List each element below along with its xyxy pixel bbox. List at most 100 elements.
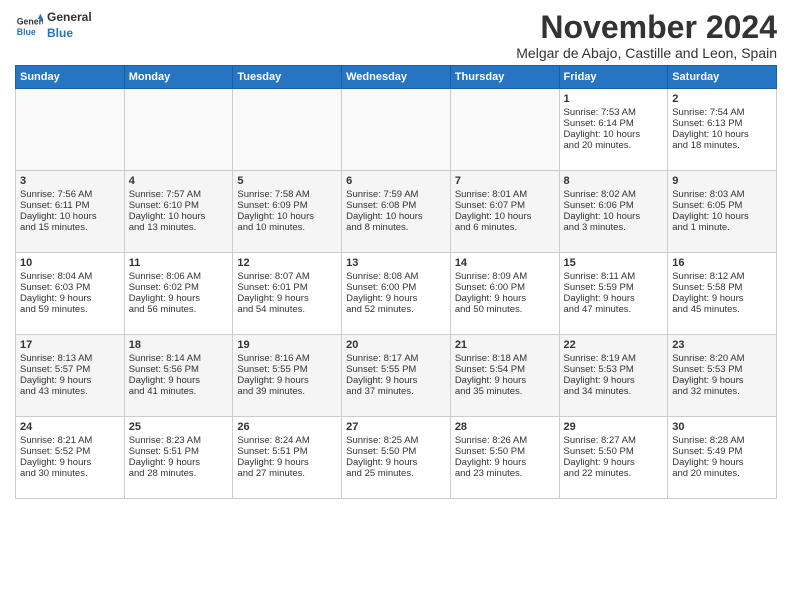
day-info: Daylight: 9 hours: [20, 375, 120, 386]
day-header-saturday: Saturday: [668, 66, 777, 89]
day-info: Sunset: 6:07 PM: [455, 200, 555, 211]
day-info: and 30 minutes.: [20, 468, 120, 479]
day-info: Sunset: 5:55 PM: [237, 364, 337, 375]
day-info: Sunset: 6:03 PM: [20, 282, 120, 293]
calendar-cell: 6 Sunrise: 7:59 AMSunset: 6:08 PMDaylight…: [342, 171, 451, 253]
day-number: 17: [20, 339, 120, 351]
calendar-week-2: 3Sunrise: 7:56 AMSunset: 6:11 PMDaylight…: [16, 171, 777, 253]
day-info: Sunrise: 8:04 AM: [20, 271, 120, 282]
day-info: Sunset: 6:08 PM: [346, 200, 446, 211]
day-info: Sunrise: 8:14 AM: [129, 353, 229, 364]
day-info: Sunset: 5:59 PM: [564, 282, 664, 293]
day-info: Sunrise: 7:54 AM: [672, 107, 772, 118]
day-info: Daylight: 10 hours: [346, 211, 446, 222]
day-info: Sunset: 5:53 PM: [564, 364, 664, 375]
day-info: Sunrise: 8:26 AM: [455, 435, 555, 446]
calendar-cell: 10Sunrise: 8:04 AMSunset: 6:03 PMDayligh…: [16, 253, 125, 335]
day-info: Sunset: 6:06 PM: [564, 200, 664, 211]
day-info: Daylight: 9 hours: [346, 293, 446, 304]
day-info: and 1 minute.: [672, 222, 772, 233]
day-number: 2: [672, 93, 772, 105]
day-number: 6: [346, 175, 446, 187]
day-info: Sunrise: 8:08 AM: [346, 271, 446, 282]
calendar-cell: 7Sunrise: 8:01 AMSunset: 6:07 PMDaylight…: [450, 171, 559, 253]
day-info: Daylight: 9 hours: [20, 457, 120, 468]
day-info: Daylight: 9 hours: [237, 375, 337, 386]
month-title: November 2024: [516, 10, 777, 45]
calendar-week-4: 17Sunrise: 8:13 AMSunset: 5:57 PMDayligh…: [16, 335, 777, 417]
day-info: Sunset: 5:55 PM: [346, 364, 446, 375]
day-info: Sunrise: 8:25 AM: [346, 435, 446, 446]
day-info: and 52 minutes.: [346, 304, 446, 315]
calendar-cell: 14Sunrise: 8:09 AMSunset: 6:00 PMDayligh…: [450, 253, 559, 335]
day-info: Sunset: 6:05 PM: [672, 200, 772, 211]
day-info: Sunrise: 7:56 AM: [20, 189, 120, 200]
day-info: Sunrise: 8:06 AM: [129, 271, 229, 282]
day-info: and 37 minutes.: [346, 386, 446, 397]
day-info: Sunrise: 8:16 AM: [237, 353, 337, 364]
day-info: and 23 minutes.: [455, 468, 555, 479]
day-info: Sunrise: 7:59 AM: [346, 189, 446, 200]
day-info: Daylight: 10 hours: [129, 211, 229, 222]
calendar-cell: 17Sunrise: 8:13 AMSunset: 5:57 PMDayligh…: [16, 335, 125, 417]
day-header-friday: Friday: [559, 66, 668, 89]
calendar-cell: 1Sunrise: 7:53 AMSunset: 6:14 PMDaylight…: [559, 89, 668, 171]
calendar-cell: 3Sunrise: 7:56 AMSunset: 6:11 PMDaylight…: [16, 171, 125, 253]
day-info: and 35 minutes.: [455, 386, 555, 397]
day-info: Daylight: 10 hours: [672, 211, 772, 222]
calendar-cell: 13Sunrise: 8:08 AMSunset: 6:00 PMDayligh…: [342, 253, 451, 335]
day-info: Sunrise: 8:27 AM: [564, 435, 664, 446]
day-info: Daylight: 10 hours: [564, 211, 664, 222]
day-info: Sunset: 6:09 PM: [237, 200, 337, 211]
calendar-week-1: 1Sunrise: 7:53 AMSunset: 6:14 PMDaylight…: [16, 89, 777, 171]
calendar-cell: 26Sunrise: 8:24 AMSunset: 5:51 PMDayligh…: [233, 417, 342, 499]
day-number: 19: [237, 339, 337, 351]
day-info: Sunrise: 7:53 AM: [564, 107, 664, 118]
logo: General Blue General Blue: [15, 10, 92, 41]
calendar-cell: 8Sunrise: 8:02 AMSunset: 6:06 PMDaylight…: [559, 171, 668, 253]
day-info: Sunrise: 8:24 AM: [237, 435, 337, 446]
day-info: Sunset: 5:53 PM: [672, 364, 772, 375]
day-number: 4: [129, 175, 229, 187]
day-header-monday: Monday: [124, 66, 233, 89]
day-number: 22: [564, 339, 664, 351]
day-info: and 27 minutes.: [237, 468, 337, 479]
day-number: 27: [346, 421, 446, 433]
day-info: Sunset: 6:02 PM: [129, 282, 229, 293]
day-info: Sunset: 5:50 PM: [455, 446, 555, 457]
calendar-cell: 11Sunrise: 8:06 AMSunset: 6:02 PMDayligh…: [124, 253, 233, 335]
day-info: and 18 minutes.: [672, 140, 772, 151]
calendar-cell: 23Sunrise: 8:20 AMSunset: 5:53 PMDayligh…: [668, 335, 777, 417]
day-info: and 56 minutes.: [129, 304, 229, 315]
day-info: Sunrise: 8:20 AM: [672, 353, 772, 364]
title-block: November 2024 Melgar de Abajo, Castille …: [516, 10, 777, 61]
day-info: and 25 minutes.: [346, 468, 446, 479]
calendar-cell: [342, 89, 451, 171]
day-info: and 39 minutes.: [237, 386, 337, 397]
calendar-cell: 19 Sunrise: 8:16 AMSunset: 5:55 PMDayligh…: [233, 335, 342, 417]
day-info: Sunset: 5:51 PM: [129, 446, 229, 457]
day-info: and 6 minutes.: [455, 222, 555, 233]
day-info: Daylight: 9 hours: [672, 457, 772, 468]
day-info: and 13 minutes.: [129, 222, 229, 233]
calendar-table: SundayMondayTuesdayWednesdayThursdayFrid…: [15, 65, 777, 499]
day-number: 26: [237, 421, 337, 433]
logo-icon: General Blue: [15, 12, 43, 40]
day-info: Sunrise: 8:21 AM: [20, 435, 120, 446]
day-info: Sunrise: 8:13 AM: [20, 353, 120, 364]
day-number: 30: [672, 421, 772, 433]
day-info: and 20 minutes.: [672, 468, 772, 479]
day-info: Daylight: 10 hours: [564, 129, 664, 140]
day-info: and 59 minutes.: [20, 304, 120, 315]
day-number: 15: [564, 257, 664, 269]
calendar-cell: 29Sunrise: 8:27 AMSunset: 5:50 PMDayligh…: [559, 417, 668, 499]
day-info: and 50 minutes.: [455, 304, 555, 315]
day-number: 12: [237, 257, 337, 269]
day-info: Sunrise: 8:12 AM: [672, 271, 772, 282]
day-info: Daylight: 9 hours: [672, 293, 772, 304]
day-number: 28: [455, 421, 555, 433]
day-info: and 43 minutes.: [20, 386, 120, 397]
day-info: Sunset: 5:50 PM: [346, 446, 446, 457]
day-info: Daylight: 9 hours: [346, 375, 446, 386]
day-info: Daylight: 9 hours: [564, 375, 664, 386]
